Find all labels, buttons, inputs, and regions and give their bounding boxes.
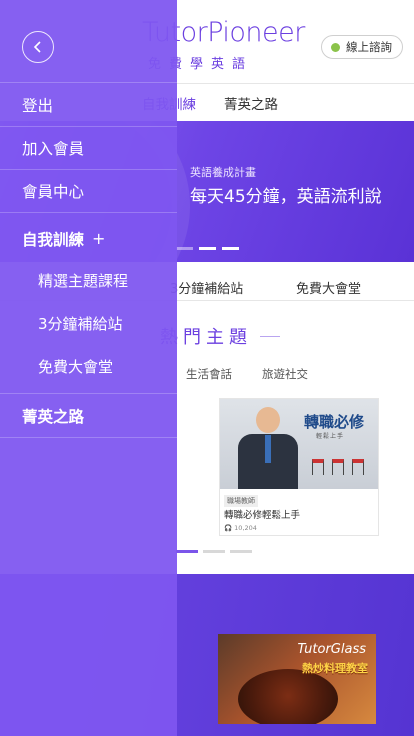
back-button[interactable] (22, 31, 54, 63)
course-card[interactable]: 轉職必修 輕鬆上手 職場教師 轉職必修輕鬆上手 🎧 10,204 (219, 398, 379, 536)
thumbnail-tagline: 輕鬆上手 (316, 433, 345, 440)
banner-title: 每天45分鐘，英語流利說 (190, 187, 382, 207)
cooking-pan-image (238, 669, 338, 724)
card-dot[interactable] (230, 550, 252, 553)
category-daily-conversation[interactable]: 生活會話 (186, 366, 232, 382)
banner-subtitle: 英語養成計畫 (190, 166, 256, 179)
menu-subitem-free-hall[interactable]: 免費大會堂 (0, 345, 177, 388)
course-thumbnail: 轉職必修 輕鬆上手 (220, 399, 378, 489)
banner-dot[interactable] (176, 247, 193, 250)
menu-item-member-center[interactable]: 會員中心 (0, 169, 177, 212)
chevron-left-icon (33, 41, 41, 53)
view-count-value: 10,204 (234, 524, 257, 532)
card-pagination (176, 550, 252, 553)
businessman-figure (238, 407, 298, 489)
menu-divider (0, 437, 177, 438)
menu-item-elite-path[interactable]: 菁英之路 (0, 394, 177, 437)
card-dot-active[interactable] (176, 550, 198, 553)
banner-dot-active[interactable] (199, 247, 216, 250)
subtab-3min-station[interactable]: 3分鐘補給站 (170, 278, 243, 297)
menu-divider (0, 212, 177, 213)
heading-divider (260, 336, 280, 337)
promo-title: 熱炒料理教室 (302, 662, 368, 675)
banner-dot[interactable] (222, 247, 239, 250)
category-travel-social[interactable]: 旅遊社交 (262, 366, 308, 382)
menu-item-logout[interactable]: 登出 (0, 83, 177, 126)
promo-brand: TutorGlass (297, 642, 366, 657)
self-training-label: 自我訓練 (22, 230, 85, 249)
menu-subitem-featured-courses[interactable]: 精選主題課程 (0, 259, 177, 302)
expand-plus-icon[interactable]: + (92, 229, 105, 248)
course-badge: 職場教師 (224, 495, 258, 507)
side-drawer-menu: 登出 加入會員 會員中心 自我訓練 + 精選主題課程 3分鐘補給站 免費大會堂 … (0, 0, 177, 736)
online-consult-label: 線上諮詢 (346, 40, 392, 54)
course-view-count: 🎧 10,204 (224, 524, 257, 532)
banner-pagination (176, 247, 239, 250)
subtab-free-hall[interactable]: 免費大會堂 (296, 278, 361, 297)
online-consult-button[interactable]: 線上諮詢 (321, 35, 403, 59)
online-status-dot-icon (331, 42, 340, 52)
tab-elite-path[interactable]: 菁英之路 (224, 93, 278, 113)
promo-card[interactable]: TutorGlass 熱炒料理教室 (218, 634, 376, 724)
menu-subitem-3min-station[interactable]: 3分鐘補給站 (0, 302, 177, 345)
menu-item-join-member[interactable]: 加入會員 (0, 126, 177, 169)
course-name: 轉職必修輕鬆上手 (224, 510, 301, 521)
menu-item-self-training[interactable]: 自我訓練 + (0, 217, 177, 260)
thumbnail-title: 轉職必修 (304, 413, 365, 431)
card-dot[interactable] (203, 550, 225, 553)
